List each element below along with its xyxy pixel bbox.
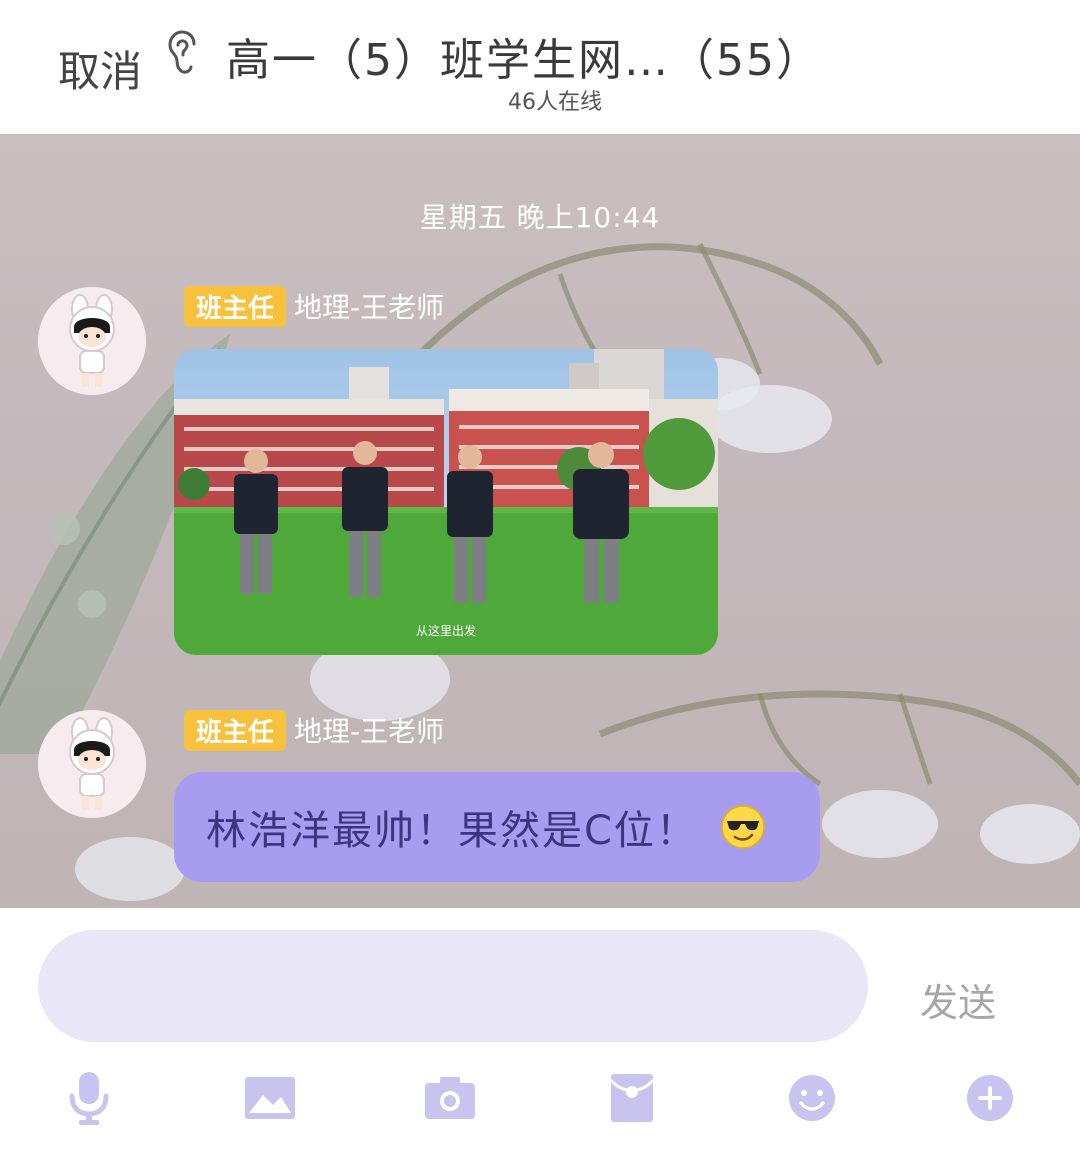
send-button[interactable]: 发送 [920, 972, 996, 1027]
red-packet-button[interactable] [604, 1068, 660, 1128]
ear-icon[interactable] [166, 30, 206, 74]
message-input[interactable] [38, 930, 868, 1042]
text-message-bubble[interactable]: 林浩洋最帅！果然是C位！ [174, 772, 820, 882]
message-timestamp: 星期五 晚上10:44 [419, 201, 661, 234]
cool-sunglasses-emoji-icon [721, 805, 765, 849]
avatar[interactable] [38, 287, 146, 395]
plus-icon [967, 1075, 1013, 1121]
role-badge: 班主任 [184, 285, 287, 327]
message-sender: 班主任 地理-王老师 [184, 285, 445, 327]
message-text: 林浩洋最帅！果然是C位！ [206, 808, 698, 854]
image-button[interactable] [242, 1068, 298, 1128]
role-badge: 班主任 [184, 709, 287, 751]
smile-icon [789, 1075, 835, 1121]
cancel-button[interactable]: 取消 [58, 38, 142, 99]
red-packet-icon [609, 1074, 655, 1122]
chat-area[interactable]: 星期五 晚上10:44 班主任 地理-王老师 从这里出发 班主任 地理-王老师 … [0, 134, 1080, 908]
emoji-button[interactable] [784, 1068, 840, 1128]
group-title[interactable]: 高一（5）班学生网…（55） [226, 24, 822, 88]
more-button[interactable] [962, 1068, 1018, 1128]
camera-icon [425, 1077, 475, 1119]
message-sender: 班主任 地理-王老师 [184, 709, 445, 751]
camera-button[interactable] [422, 1068, 478, 1128]
sender-name: 地理-王老师 [294, 715, 445, 748]
image-message[interactable]: 从这里出发 [174, 349, 718, 655]
chat-header: 取消 高一（5）班学生网…（55） 46人在线 [0, 0, 1080, 134]
microphone-icon [69, 1072, 109, 1125]
online-count: 46人在线 [508, 90, 602, 115]
cartoon-girl-avatar-icon [38, 710, 146, 818]
sender-name: 地理-王老师 [294, 291, 445, 324]
cartoon-girl-avatar-icon [38, 287, 146, 395]
composer: 发送 [0, 908, 1080, 1152]
avatar[interactable] [38, 710, 146, 818]
school-photo [174, 349, 718, 655]
picture-icon [245, 1077, 295, 1119]
composer-toolbar [0, 1068, 1080, 1138]
microphone-button[interactable] [62, 1068, 116, 1128]
image-caption: 从这里出发 [415, 624, 476, 638]
